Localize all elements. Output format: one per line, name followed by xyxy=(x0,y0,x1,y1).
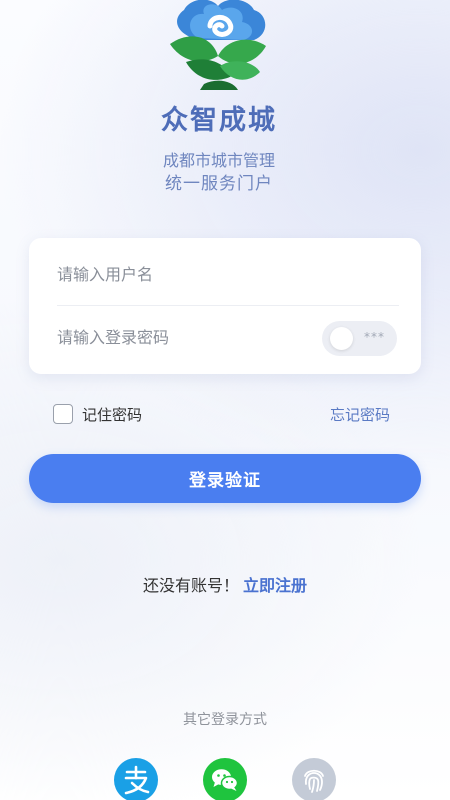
remember-password-label: 记住密码 xyxy=(82,405,143,424)
username-input[interactable] xyxy=(57,260,317,290)
brand-name: 众智成城 xyxy=(161,105,277,136)
field-divider xyxy=(57,305,399,306)
alipay-login-button[interactable] xyxy=(114,758,158,800)
forgot-password-link[interactable]: 忘记密码 xyxy=(330,404,390,425)
wechat-login-button[interactable] xyxy=(203,758,247,800)
wechat-icon xyxy=(212,769,239,791)
remember-password-row[interactable]: 记住密码 xyxy=(53,403,142,425)
login-card: *** xyxy=(29,238,421,374)
fingerprint-icon xyxy=(304,769,324,793)
password-mask-indicator: *** xyxy=(364,330,385,344)
login-verify-button[interactable]: 登录验证 xyxy=(29,454,421,503)
brand-subtitle-line-1: 成都市城市管理 xyxy=(162,151,275,170)
register-now-link[interactable]: 立即注册 xyxy=(243,576,307,595)
alipay-icon xyxy=(124,765,150,795)
password-input[interactable] xyxy=(57,323,317,353)
brand-subtitle-line-2: 统一服务门户 xyxy=(165,174,273,194)
cloud-leaf-logo xyxy=(170,0,266,90)
password-visibility-toggle[interactable]: *** xyxy=(322,321,397,356)
fingerprint-login-button[interactable] xyxy=(292,758,336,800)
register-prompt: 还没有账号！ xyxy=(142,576,239,595)
register-row: 还没有账号！ 立即注册 xyxy=(0,572,450,596)
remember-password-checkbox[interactable] xyxy=(53,404,73,424)
toggle-knob xyxy=(330,327,353,350)
other-login-methods-title: 其它登录方式 xyxy=(183,712,267,728)
